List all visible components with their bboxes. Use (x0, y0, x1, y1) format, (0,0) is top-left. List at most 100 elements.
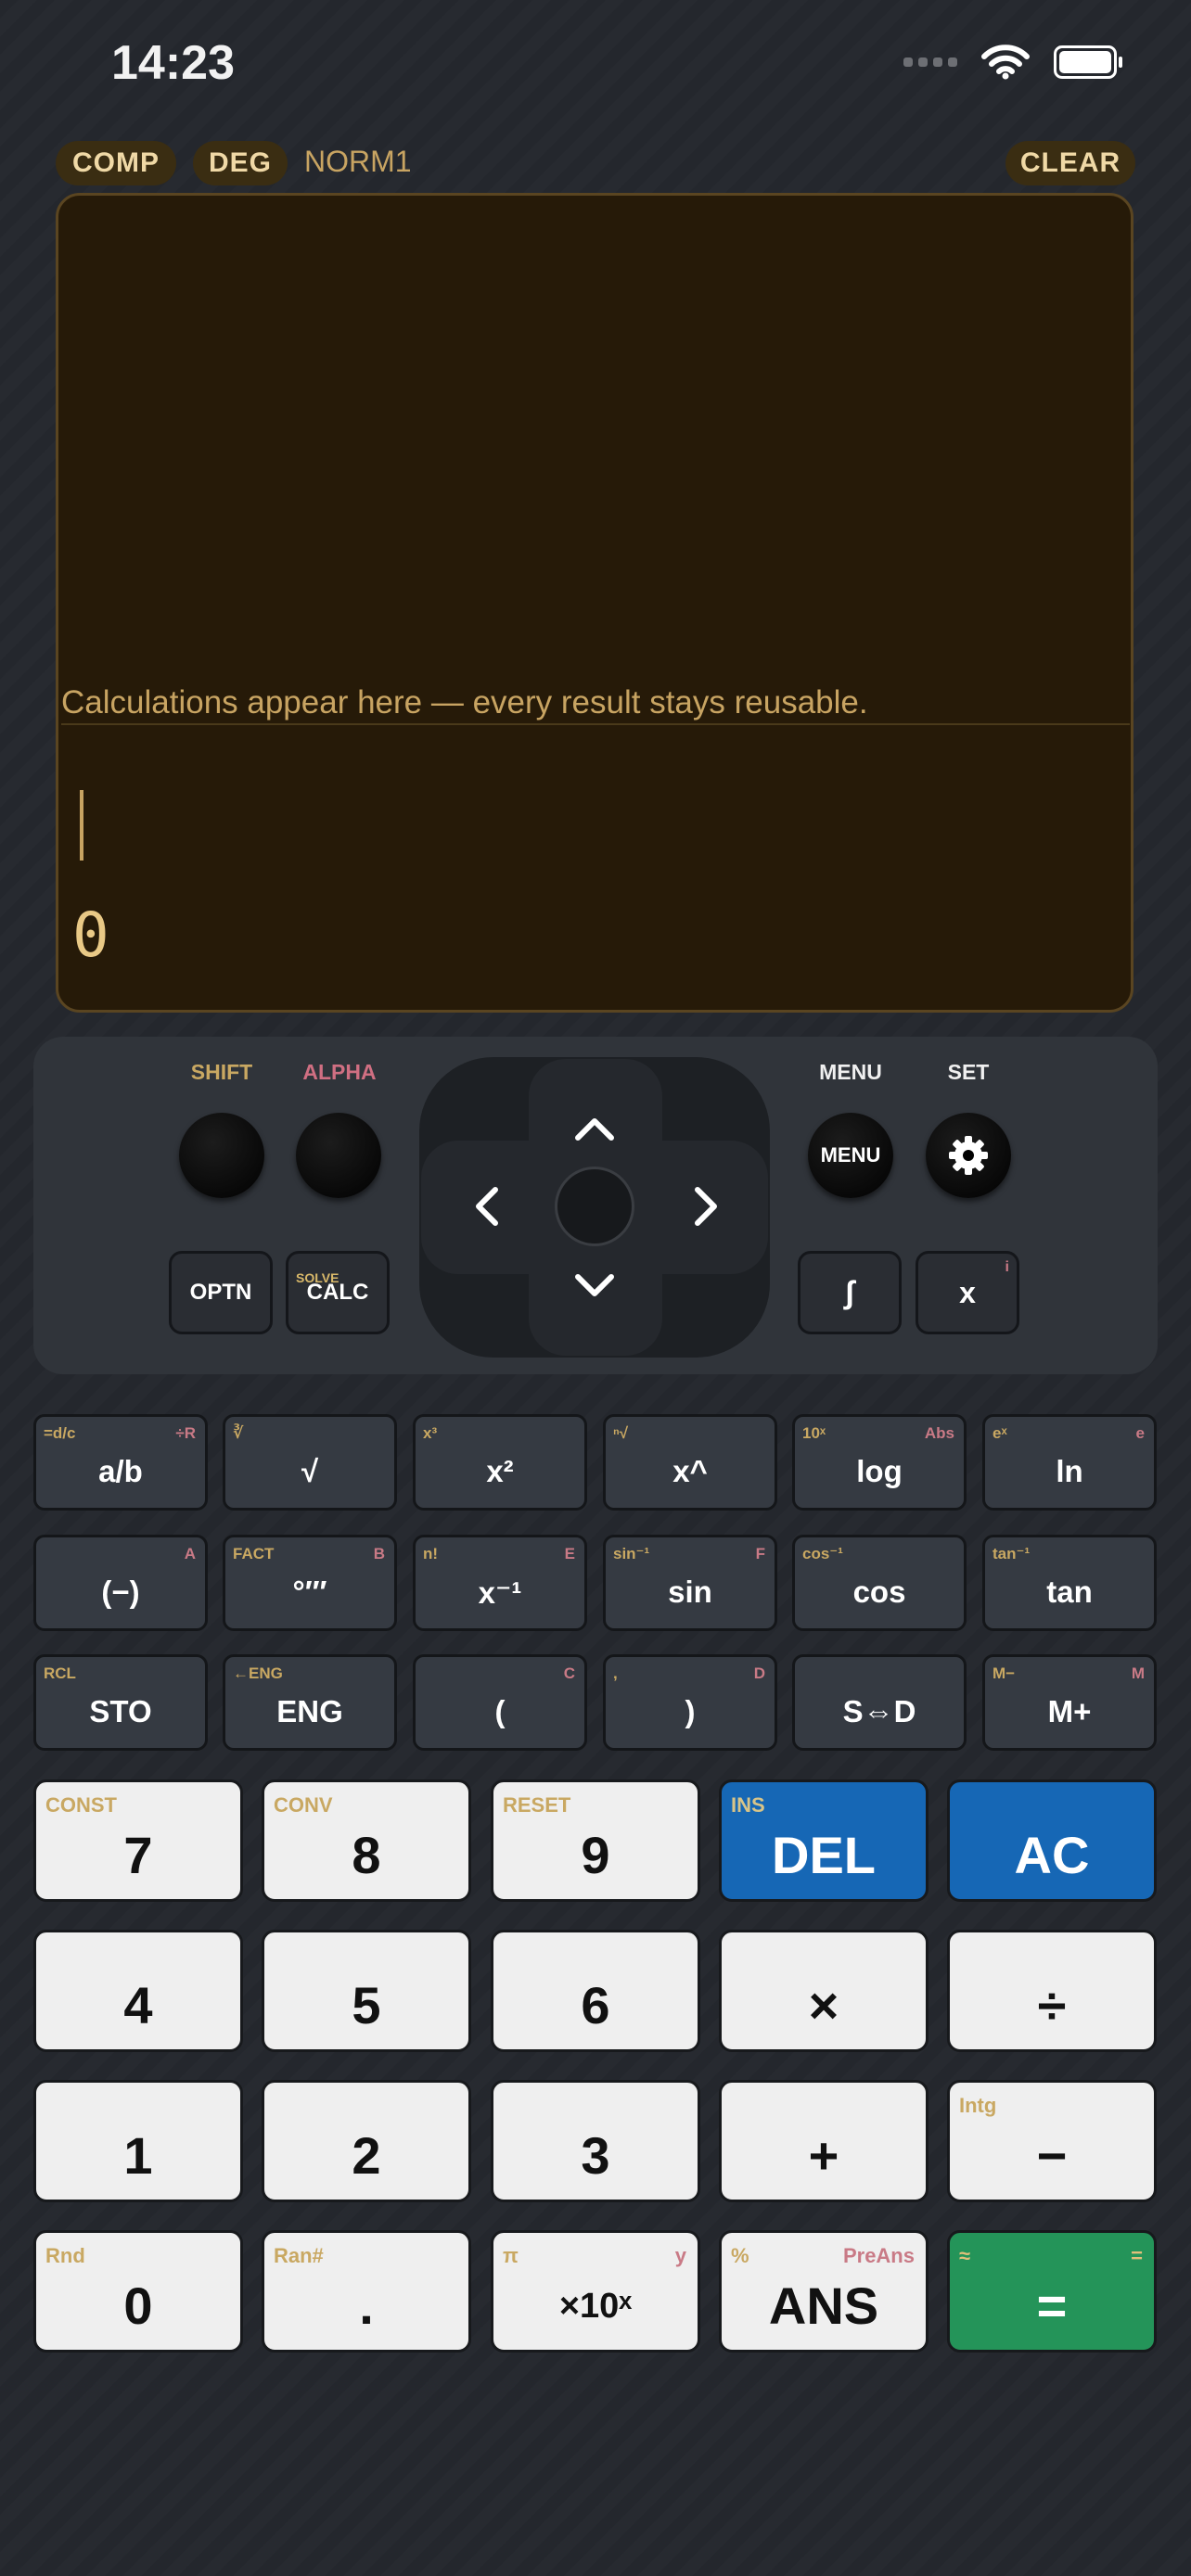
shift-label: SHIFT (190, 1060, 253, 1084)
set-label: SET (947, 1060, 990, 1084)
function-key[interactable]: ⁿ√ x^ (603, 1414, 777, 1511)
chevron-up-icon (575, 1118, 614, 1141)
function-key[interactable]: sin⁻¹ Fsin (603, 1535, 777, 1631)
function-key[interactable]: M− M M+ (982, 1654, 1157, 1751)
function-key-label: S⇔D (842, 1694, 916, 1728)
function-key-shift-label: x³ (423, 1424, 438, 1442)
number-key[interactable]: 6 (491, 1930, 700, 2052)
number-key[interactable]: % PreAns ANS (719, 2230, 928, 2353)
number-key-label: 9 (581, 1826, 610, 1884)
number-key-label: 1 (123, 2126, 153, 2185)
function-key-shift-label: M− (992, 1664, 1016, 1682)
mode-norm-label: NORM1 (304, 145, 412, 178)
function-key-shift-label: sin⁻¹ (613, 1545, 650, 1562)
number-key-alpha-label: PreAns (842, 2244, 915, 2267)
x-variable-button[interactable]: x i (916, 1251, 1019, 1334)
function-key[interactable]: ←ENG ENG (223, 1654, 397, 1751)
function-key[interactable]: cos⁻¹ cos (792, 1535, 967, 1631)
dpad-center-button[interactable] (555, 1167, 634, 1246)
function-key[interactable]: eˣ e ln (982, 1414, 1157, 1511)
number-key[interactable]: Rnd 0 (33, 2230, 243, 2353)
function-key-label: ( (494, 1694, 506, 1728)
function-key-label: ENG (276, 1694, 343, 1728)
mode-comp-chip[interactable]: COMP (56, 141, 176, 185)
function-key[interactable]: =d/c ÷R a/b (33, 1414, 208, 1511)
dpad-left-button[interactable] (453, 1167, 518, 1246)
number-key-label: 0 (123, 2276, 153, 2335)
function-key[interactable]: C( (413, 1654, 587, 1751)
optn-button[interactable]: OPTN (169, 1251, 273, 1334)
function-key-label: cos (852, 1575, 906, 1609)
function-key-shift-label: ⁿ√ (613, 1424, 629, 1442)
number-key-label: . (359, 2276, 374, 2335)
menu-label: MENU (819, 1060, 882, 1084)
cellular-signal-icon (903, 57, 957, 67)
optn-label: OPTN (189, 1280, 252, 1305)
clear-button[interactable]: CLEAR (1005, 141, 1135, 185)
number-key[interactable]: 2 (262, 2080, 471, 2202)
dpad-up-button[interactable] (555, 1100, 634, 1155)
number-key[interactable]: 5 (262, 1930, 471, 2052)
number-key[interactable]: CONV 8 (262, 1779, 471, 1902)
function-key-shift-label: =d/c (44, 1424, 76, 1442)
function-key-alpha-label: Abs (924, 1424, 954, 1442)
number-key-shift-label: ≈ (959, 2244, 971, 2267)
number-key[interactable]: 4 (33, 1930, 243, 2052)
number-key[interactable]: + (719, 2080, 928, 2202)
calc-button[interactable]: SOLVE CALC (286, 1251, 390, 1334)
function-key[interactable]: tan⁻¹ tan (982, 1535, 1157, 1631)
battery-icon (1054, 45, 1122, 79)
number-key[interactable]: ≈ = = (947, 2230, 1157, 2353)
mode-deg-chip[interactable]: DEG (193, 141, 288, 185)
dpad-right-button[interactable] (675, 1167, 740, 1246)
number-key[interactable]: AC (947, 1779, 1157, 1902)
number-key[interactable]: RESET 9 (491, 1779, 700, 1902)
number-key[interactable]: π y ×10ˣ (491, 2230, 700, 2353)
function-key[interactable]: , D) (603, 1654, 777, 1751)
result-value: 0 (72, 899, 109, 971)
function-key-alpha-label: ÷R (175, 1424, 196, 1442)
number-key-alpha-label: = (1131, 2244, 1143, 2267)
function-key-shift-label: 10ˣ (802, 1424, 826, 1442)
number-key[interactable]: INS DEL (719, 1779, 928, 1902)
calculator-display[interactable] (56, 193, 1133, 1013)
number-key[interactable]: 1 (33, 2080, 243, 2202)
function-key-shift-label: eˣ (992, 1424, 1007, 1442)
dpad-down-button[interactable] (555, 1259, 634, 1315)
function-key-alpha-label: e (1135, 1424, 1145, 1442)
function-key-label: ) (685, 1694, 696, 1728)
function-key-label: sin (668, 1575, 712, 1609)
number-key-label: 2 (352, 2126, 381, 2185)
calc-solve-label: SOLVE (296, 1270, 339, 1285)
number-key-shift-label: % (731, 2244, 749, 2267)
number-key[interactable]: × (719, 1930, 928, 2052)
function-key[interactable]: FACT B °′″ (223, 1535, 397, 1631)
status-time: 14:23 (111, 36, 235, 90)
number-key-label: − (1036, 2126, 1068, 2185)
chevron-left-icon (476, 1187, 498, 1226)
number-key[interactable]: ÷ (947, 1930, 1157, 2052)
function-key-alpha-label: M (1131, 1664, 1145, 1682)
number-key[interactable]: 3 (491, 2080, 700, 2202)
function-key-label: STO (89, 1694, 152, 1728)
shift-button[interactable] (179, 1113, 264, 1198)
alpha-button[interactable] (296, 1113, 381, 1198)
number-key[interactable]: Intg − (947, 2080, 1157, 2202)
number-key[interactable]: Ran#. (262, 2230, 471, 2353)
function-key[interactable]: n! Ex⁻¹ (413, 1535, 587, 1631)
settings-button[interactable] (926, 1113, 1011, 1198)
function-key[interactable]: x³ x² (413, 1414, 587, 1511)
number-key[interactable]: CONST 7 (33, 1779, 243, 1902)
function-key[interactable]: ∛ √ (223, 1414, 397, 1511)
function-key[interactable]: 10ˣ Abs log (792, 1414, 967, 1511)
menu-button[interactable]: MENU (808, 1113, 893, 1198)
integral-label: ∫ (845, 1274, 854, 1310)
function-key[interactable]: A (−) (33, 1535, 208, 1631)
function-key-shift-label: ←ENG (233, 1664, 283, 1682)
integral-button[interactable]: ∫ (798, 1251, 902, 1334)
function-key-alpha-label: A (184, 1545, 196, 1562)
function-key[interactable]: S⇔D (792, 1654, 967, 1751)
function-key-alpha-label: F (755, 1545, 765, 1562)
number-key-label: 5 (352, 1976, 381, 2034)
function-key[interactable]: RCL STO (33, 1654, 208, 1751)
